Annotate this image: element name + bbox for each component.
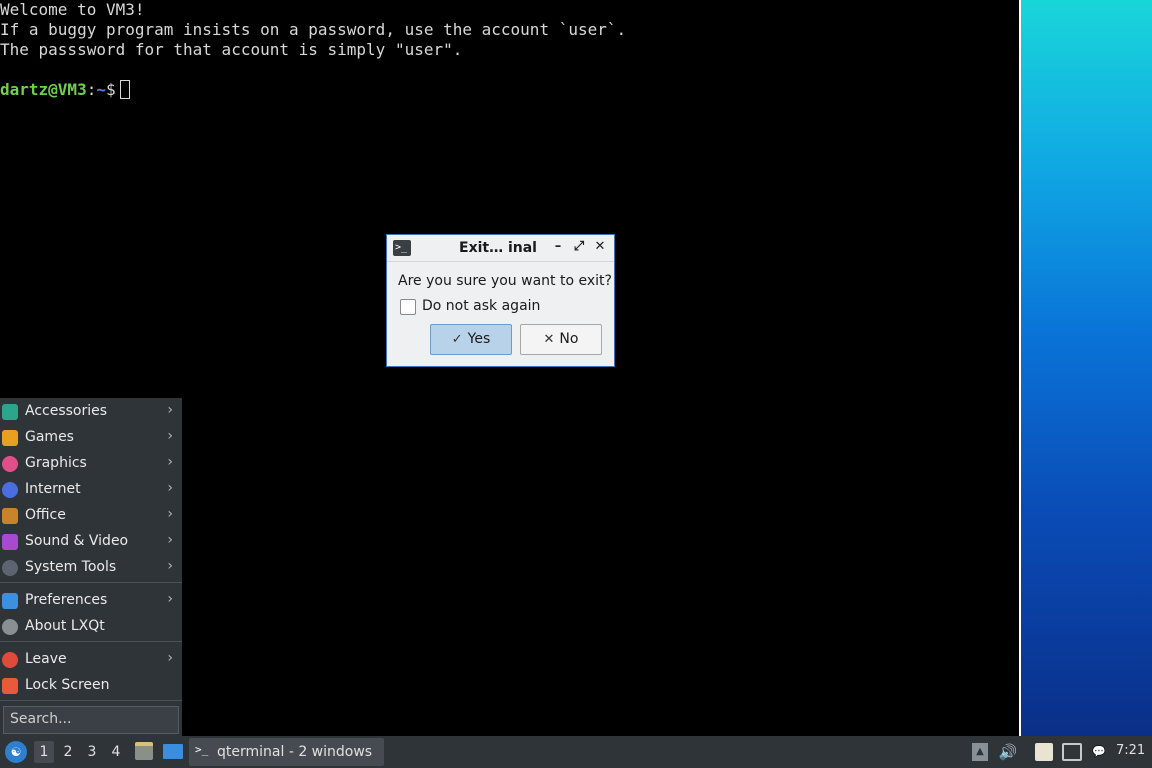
menu-item-office[interactable]: Office › (0, 503, 182, 529)
menu-item-preferences[interactable]: Preferences › (0, 588, 182, 614)
chevron-right-icon: › (167, 532, 173, 548)
clock[interactable]: 7:21 (1116, 743, 1145, 758)
chevron-right-icon: › (167, 402, 173, 418)
chevron-right-icon: › (167, 558, 173, 574)
x-icon: ✕ (543, 332, 555, 347)
chevron-right-icon: › (167, 454, 173, 470)
games-icon (2, 430, 18, 446)
preferences-icon (2, 593, 18, 609)
info-icon (2, 619, 18, 635)
lock-icon (2, 678, 18, 694)
volume-icon[interactable]: 🔊 (998, 743, 1018, 761)
menu-item-leave[interactable]: Leave › (0, 647, 182, 673)
check-icon: ✓ (451, 332, 463, 347)
terminal-line: Welcome to VM3! (0, 0, 145, 19)
menu-item-internet[interactable]: Internet › (0, 477, 182, 503)
exit-dialog: >_ Exit… inal – ⤢ ✕ Are you sure you wan… (386, 234, 615, 367)
terminal-cursor (119, 80, 130, 99)
start-menu: Accessories › Games › Graphics › Internet › … (0, 398, 182, 736)
workspace-2[interactable]: 2 (58, 741, 78, 763)
terminal-icon: >_ (195, 743, 209, 756)
no-label: No (559, 331, 579, 347)
workspace-3[interactable]: 3 (82, 741, 102, 763)
power-icon (2, 652, 18, 668)
do-not-ask-label[interactable]: Do not ask again (422, 298, 540, 314)
terminal-prompt: dartz@VM3:~$ (0, 80, 1019, 100)
prompt-end: $ (105, 80, 116, 99)
menu-separator (0, 641, 182, 642)
chevron-right-icon: › (167, 650, 173, 666)
menu-item-system-tools[interactable]: System Tools › (0, 555, 182, 581)
menu-item-games[interactable]: Games › (0, 425, 182, 451)
terminal-icon: >_ (393, 240, 411, 256)
close-button[interactable]: ✕ (592, 239, 608, 254)
menu-item-about[interactable]: About LXQt (0, 614, 182, 640)
office-icon (2, 508, 18, 524)
yes-button[interactable]: ✓ Yes (430, 324, 512, 355)
file-manager-icon[interactable] (135, 742, 153, 760)
desktop-divider (1019, 0, 1021, 736)
task-label: qterminal - 2 windows (217, 744, 373, 760)
network-icon[interactable] (1062, 743, 1082, 761)
system-tools-icon (2, 560, 18, 576)
menu-item-accessories[interactable]: Accessories › (0, 399, 182, 425)
show-desktop-icon[interactable] (163, 744, 183, 759)
menu-search-input[interactable]: Search... (3, 706, 179, 734)
workspace-1[interactable]: 1 (34, 741, 54, 763)
taskbar: ☯ 1 2 3 4 >_ qterminal - 2 windows ▲ 🔊 💬… (0, 736, 1152, 768)
dialog-message: Are you sure you want to exit? (398, 273, 612, 289)
no-button[interactable]: ✕ No (520, 324, 602, 355)
menu-separator (0, 582, 182, 583)
workspace-4[interactable]: 4 (106, 741, 126, 763)
accessories-icon (2, 404, 18, 420)
do-not-ask-checkbox[interactable] (400, 299, 416, 315)
menu-separator (0, 700, 182, 701)
dialog-titlebar[interactable]: >_ Exit… inal – ⤢ ✕ (387, 235, 614, 262)
desktop-wallpaper (1021, 0, 1152, 736)
graphics-icon (2, 456, 18, 472)
chevron-right-icon: › (167, 428, 173, 444)
tray-expand-icon[interactable]: ▲ (972, 743, 988, 761)
prompt-user: dartz@VM3 (0, 80, 87, 99)
chevron-right-icon: › (167, 480, 173, 496)
sound-video-icon (2, 534, 18, 550)
chevron-right-icon: › (167, 591, 173, 607)
chevron-right-icon: › (167, 506, 173, 522)
dialog-title: Exit… inal (459, 240, 537, 256)
menu-item-lock-screen[interactable]: Lock Screen (0, 673, 182, 699)
start-menu-button[interactable]: ☯ (5, 741, 27, 763)
prompt-sep: : (86, 80, 97, 99)
clipboard-icon[interactable] (1035, 743, 1053, 761)
maximize-button[interactable]: ⤢ (571, 239, 587, 254)
terminal-line: If a buggy program insists on a password… (0, 20, 627, 39)
menu-item-graphics[interactable]: Graphics › (0, 451, 182, 477)
minimize-button[interactable]: – (550, 239, 566, 254)
terminal-line: The passsword for that account is simply… (0, 40, 463, 59)
menu-item-sound-video[interactable]: Sound & Video › (0, 529, 182, 555)
yes-label: Yes (467, 331, 491, 347)
task-qterminal[interactable]: >_ qterminal - 2 windows (189, 738, 384, 766)
prompt-path: ~ (96, 80, 106, 99)
notification-icon[interactable]: 💬 (1090, 743, 1108, 761)
internet-icon (2, 482, 18, 498)
